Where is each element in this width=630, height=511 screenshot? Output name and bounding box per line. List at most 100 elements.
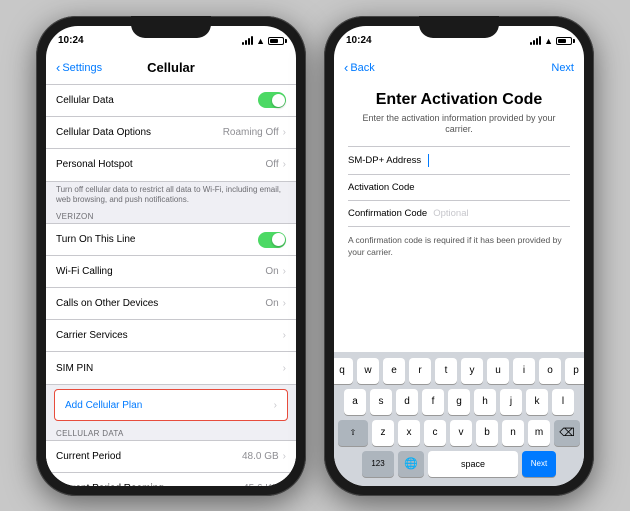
key-k[interactable]: k xyxy=(526,389,548,415)
back-button-1[interactable]: ‹ Settings xyxy=(56,60,102,75)
calls-other-devices-label: Calls on Other Devices xyxy=(56,298,158,309)
smdp-input[interactable] xyxy=(427,154,570,167)
key-a[interactable]: a xyxy=(344,389,366,415)
list-item-current-period-roaming[interactable]: Current Period Roaming 45.6 KB › xyxy=(46,473,296,485)
key-y[interactable]: y xyxy=(461,358,483,384)
confirmation-code-input[interactable]: Optional xyxy=(433,208,570,219)
key-r[interactable]: r xyxy=(409,358,431,384)
list-item-sim-pin[interactable]: SIM PIN › xyxy=(46,352,296,384)
status-icons-1: ▲ xyxy=(242,36,284,46)
list-item-calls-other-devices[interactable]: Calls on Other Devices On › xyxy=(46,288,296,320)
key-s[interactable]: s xyxy=(370,389,392,415)
list-item-personal-hotspot[interactable]: Personal Hotspot Off › xyxy=(46,149,296,181)
cellular-data-options-right: Roaming Off › xyxy=(223,127,286,138)
keyboard: q w e r t y u i o p a s d f g h xyxy=(334,352,584,486)
personal-hotspot-value: Off xyxy=(266,159,279,170)
wifi-calling-value: On xyxy=(265,266,278,277)
list-item-cellular-data-options[interactable]: Cellular Data Options Roaming Off › xyxy=(46,117,296,149)
cellular-data-options-label: Cellular Data Options xyxy=(56,127,151,138)
key-n[interactable]: n xyxy=(502,420,524,446)
calls-other-devices-value: On xyxy=(265,298,278,309)
key-delete[interactable]: ⌫ xyxy=(554,420,580,446)
add-cellular-plan-label: Add Cellular Plan xyxy=(65,400,142,411)
key-123[interactable]: 123 xyxy=(362,451,394,477)
key-b[interactable]: b xyxy=(476,420,498,446)
main-group: Cellular Data Cellular Data Options Roam… xyxy=(46,84,296,182)
key-p[interactable]: p xyxy=(565,358,584,384)
activation-field-group: SM-DP+ Address Activation Code Confirmat… xyxy=(348,146,570,227)
chevron-wifi-calling: › xyxy=(283,266,286,277)
nav-bar-2: ‹ Back Next xyxy=(334,52,584,84)
current-period-roaming-label: Current Period Roaming xyxy=(56,483,164,485)
current-period-label: Current Period xyxy=(56,451,121,462)
nav-title-1: Cellular xyxy=(147,60,195,75)
back-button-2[interactable]: ‹ Back xyxy=(344,60,375,75)
activation-field-code[interactable]: Activation Code xyxy=(348,175,570,201)
key-x[interactable]: x xyxy=(398,420,420,446)
key-h[interactable]: h xyxy=(474,389,496,415)
key-d[interactable]: d xyxy=(396,389,418,415)
wifi-icon-1: ▲ xyxy=(256,36,265,46)
list-item-current-period[interactable]: Current Period 48.0 GB › xyxy=(46,441,296,473)
activation-content: Enter Activation Code Enter the activati… xyxy=(334,84,584,267)
verizon-group: Turn On This Line Wi-Fi Calling On › Cal… xyxy=(46,223,296,385)
activation-field-smdp[interactable]: SM-DP+ Address xyxy=(348,147,570,175)
key-q[interactable]: q xyxy=(334,358,353,384)
signal-icon-1 xyxy=(242,36,253,45)
list-item-carrier-services[interactable]: Carrier Services › xyxy=(46,320,296,352)
key-w[interactable]: w xyxy=(357,358,379,384)
list-item-wifi-calling[interactable]: Wi-Fi Calling On › xyxy=(46,256,296,288)
key-m[interactable]: m xyxy=(528,420,550,446)
key-shift[interactable]: ⇧ xyxy=(338,420,368,446)
carrier-services-label: Carrier Services xyxy=(56,330,128,341)
chevron-carrier-services: › xyxy=(283,330,286,341)
cellular-data-toggle[interactable] xyxy=(258,92,286,108)
notch-2 xyxy=(419,16,499,38)
key-e[interactable]: e xyxy=(383,358,405,384)
key-f[interactable]: f xyxy=(422,389,444,415)
list-item-turn-on-line[interactable]: Turn On This Line xyxy=(46,224,296,256)
current-period-roaming-value: 45.6 KB xyxy=(243,483,279,485)
settings-content: Cellular Data Cellular Data Options Roam… xyxy=(46,84,296,486)
key-c[interactable]: c xyxy=(424,420,446,446)
cellular-note: Turn off cellular data to restrict all d… xyxy=(46,182,296,209)
chevron-sim-pin: › xyxy=(283,363,286,374)
back-label-2: Back xyxy=(350,62,374,74)
key-u[interactable]: u xyxy=(487,358,509,384)
key-next[interactable]: Next xyxy=(522,451,556,477)
activation-code-label: Activation Code xyxy=(348,182,418,193)
key-l[interactable]: l xyxy=(552,389,574,415)
list-item-add-cellular-plan[interactable]: Add Cellular Plan › xyxy=(54,389,288,421)
add-plan-wrapper: Add Cellular Plan › xyxy=(46,385,296,425)
chevron-cellular-data-options: › xyxy=(283,127,286,138)
key-o[interactable]: o xyxy=(539,358,561,384)
nav-bar-1: ‹ Settings Cellular xyxy=(46,52,296,84)
key-space[interactable]: space xyxy=(428,451,518,477)
key-j[interactable]: j xyxy=(500,389,522,415)
time-1: 10:24 xyxy=(58,35,84,46)
next-button[interactable]: Next xyxy=(551,62,574,74)
activation-field-confirm[interactable]: Confirmation Code Optional xyxy=(348,201,570,227)
activation-note: A confirmation code is required if it ha… xyxy=(348,235,570,259)
key-z[interactable]: z xyxy=(372,420,394,446)
keyboard-row-1: q w e r t y u i o p xyxy=(338,358,580,384)
phone-1-screen: 10:24 ▲ ‹ Se xyxy=(46,26,296,486)
chevron-calls-other: › xyxy=(283,298,286,309)
key-v[interactable]: v xyxy=(450,420,472,446)
keyboard-row-4: 123 🌐 space Next xyxy=(338,451,580,477)
battery-icon-2 xyxy=(556,37,572,45)
list-item-cellular-data[interactable]: Cellular Data xyxy=(46,85,296,117)
phone-1: 10:24 ▲ ‹ Se xyxy=(36,16,306,496)
chevron-current-period-roaming: › xyxy=(283,483,286,485)
notch-1 xyxy=(131,16,211,38)
key-t[interactable]: t xyxy=(435,358,457,384)
turn-on-line-toggle[interactable] xyxy=(258,232,286,248)
key-emoji[interactable]: 🌐 xyxy=(398,451,424,477)
calls-other-devices-right: On › xyxy=(265,298,286,309)
text-cursor xyxy=(428,154,429,167)
back-chevron-1: ‹ xyxy=(56,60,60,75)
verizon-section-label: VERIZON xyxy=(46,208,296,223)
key-i[interactable]: i xyxy=(513,358,535,384)
key-g[interactable]: g xyxy=(448,389,470,415)
turn-on-line-label: Turn On This Line xyxy=(56,234,135,245)
